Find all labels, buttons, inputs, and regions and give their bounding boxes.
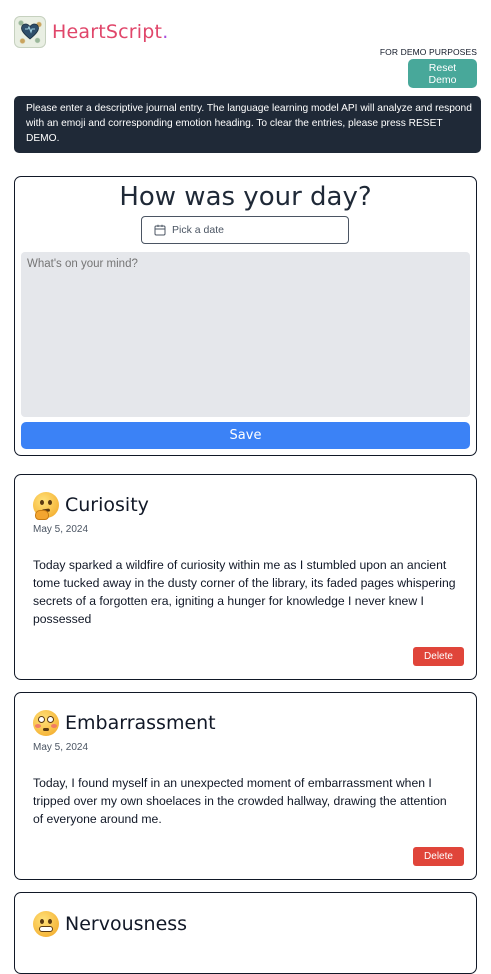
- heart-logo-icon: [14, 16, 46, 48]
- brand-name-dot: .: [162, 21, 169, 43]
- logo[interactable]: HeartScript.: [14, 16, 168, 48]
- entry-date: May 5, 2024: [33, 524, 89, 535]
- journal-entry-card: Curiosity May 5, 2024 Today sparked a wi…: [14, 474, 477, 680]
- entry-date: May 5, 2024: [33, 742, 89, 753]
- grimacing-face-icon: [33, 911, 59, 937]
- form-title: How was your day?: [119, 182, 372, 212]
- delete-entry-button[interactable]: Delete: [413, 847, 464, 866]
- entry-text: Today, I found myself in an unexpected m…: [33, 776, 447, 826]
- demo-note: FOR DEMO PURPOSES: [379, 47, 477, 57]
- entry-text: Today sparked a wildfire of curiosity wi…: [33, 558, 456, 626]
- brand-name: HeartScript.: [52, 21, 168, 43]
- header: HeartScript. FOR DEMO PURPOSES Reset Dem…: [14, 16, 477, 88]
- entry-emotion-title: Nervousness: [65, 913, 188, 935]
- delete-entry-button[interactable]: Delete: [413, 647, 464, 666]
- entry-heading: Curiosity: [33, 492, 149, 520]
- thinking-face-icon: [33, 492, 59, 520]
- reset-demo-button[interactable]: Reset Demo: [408, 59, 477, 88]
- journal-entry-input[interactable]: [21, 252, 470, 417]
- entry-emotion-title: Embarrassment: [65, 712, 216, 734]
- date-picker-placeholder: Pick a date: [172, 224, 224, 236]
- save-button[interactable]: Save: [21, 422, 470, 449]
- flushed-face-icon: [33, 710, 59, 736]
- date-picker[interactable]: Pick a date: [141, 216, 349, 244]
- instructions-banner: Please enter a descriptive journal entry…: [14, 96, 481, 153]
- brand-name-main: HeartScript: [52, 21, 163, 43]
- entry-heading: Nervousness: [33, 911, 187, 937]
- journal-entry-card: Nervousness: [14, 892, 477, 974]
- entry-emotion-title: Curiosity: [65, 494, 149, 516]
- calendar-icon: [154, 224, 166, 236]
- entry-heading: Embarrassment: [33, 710, 216, 736]
- journal-form: How was your day? Pick a date Save: [14, 176, 477, 456]
- journal-entry-card: Embarrassment May 5, 2024 Today, I found…: [14, 692, 477, 880]
